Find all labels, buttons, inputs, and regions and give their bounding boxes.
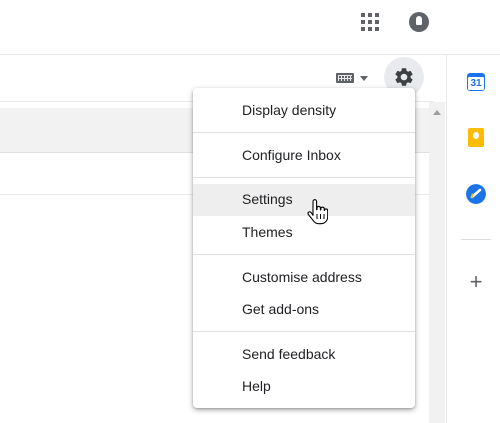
menu-item-label: Settings [242, 191, 293, 207]
menu-item-settings[interactable]: Settings [193, 184, 415, 216]
menu-divider [193, 254, 415, 255]
menu-item-label: Help [242, 378, 271, 394]
menu-item-themes[interactable]: Themes [193, 217, 415, 249]
calendar-icon[interactable]: 31 [467, 73, 485, 91]
scroll-up-arrow-icon[interactable] [433, 110, 441, 115]
divider [461, 239, 491, 240]
menu-item-label: Send feedback [242, 346, 336, 362]
plus-icon[interactable]: + [466, 271, 486, 293]
menu-divider [193, 132, 415, 133]
apps-grid-icon[interactable] [361, 13, 381, 33]
menu-item-send-feedback[interactable]: Send feedback [193, 339, 415, 371]
gear-icon[interactable] [393, 66, 415, 88]
menu-item-configure-inbox[interactable]: Configure Inbox [193, 140, 415, 172]
settings-menu: Display density Configure Inbox Settings… [193, 88, 415, 408]
tasks-icon[interactable] [466, 184, 486, 204]
menu-item-label: Get add-ons [242, 301, 320, 317]
hand-cursor-icon [307, 199, 328, 225]
menu-item-customise-address[interactable]: Customise address [193, 262, 415, 294]
menu-divider [193, 177, 415, 178]
menu-item-label: Display density [242, 102, 337, 118]
menu-item-help[interactable]: Help [193, 371, 415, 403]
account-avatar-icon[interactable] [409, 12, 429, 32]
menu-item-label: Themes [242, 224, 293, 240]
keyboard-icon[interactable] [336, 73, 354, 83]
menu-divider [193, 331, 415, 332]
scrollbar[interactable] [429, 102, 445, 423]
menu-item-get-add-ons[interactable]: Get add-ons [193, 294, 415, 326]
keep-icon[interactable] [468, 128, 484, 147]
menu-item-display-density[interactable]: Display density [193, 95, 415, 127]
menu-item-label: Configure Inbox [242, 147, 341, 163]
chevron-down-icon[interactable] [360, 76, 368, 81]
menu-item-label: Customise address [242, 269, 362, 285]
